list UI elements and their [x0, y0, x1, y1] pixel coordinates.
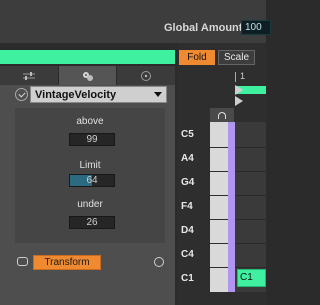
param-value-under[interactable]: 26 [69, 216, 115, 229]
start-marker-icon[interactable] [235, 96, 243, 106]
key-divider [210, 267, 228, 268]
grid-line [235, 195, 266, 196]
loop-start-marker-icon[interactable] [235, 85, 243, 95]
pitch-label-a4: A4 [181, 153, 194, 164]
pitch-label-c1: C1 [181, 273, 194, 284]
key-divider [210, 171, 228, 172]
key-divider [210, 243, 228, 244]
fold-button[interactable]: Fold [179, 50, 215, 65]
pitch-label-g4: G4 [181, 177, 195, 188]
time-ruler[interactable] [177, 72, 266, 84]
headphones-icon[interactable] [210, 108, 234, 122]
param-value-limit[interactable]: 64 [69, 174, 115, 187]
grid-line [235, 219, 266, 220]
pitch-label-d4: D4 [181, 225, 194, 236]
param-label-limit: Limit [79, 160, 101, 171]
key-divider [210, 195, 228, 196]
key-divider [210, 147, 228, 148]
transform-button[interactable]: Transform [33, 255, 101, 270]
pitch-label-c5: C5 [181, 129, 194, 140]
grid-line [235, 147, 266, 148]
midi-note[interactable]: C1 [237, 269, 266, 287]
loop-icon[interactable] [17, 257, 28, 266]
key-divider [210, 219, 228, 220]
pitch-label-f4: F4 [181, 201, 193, 212]
param-label-above: above [76, 116, 104, 127]
chevron-down-icon [154, 92, 162, 97]
tab-dice[interactable] [58, 66, 116, 85]
device-tabs [0, 66, 175, 85]
sliders-icon [23, 71, 35, 80]
params-panel: above 99 Limit 64 under 26 [15, 108, 165, 243]
scatter-icon [140, 70, 151, 81]
device-title-bar[interactable] [0, 50, 175, 64]
global-amount-label: Global Amount [164, 22, 243, 34]
grid-line [235, 267, 266, 268]
preset-name: VintageVelocity [35, 88, 117, 101]
tab-sliders[interactable] [0, 66, 58, 85]
dice-icon [82, 71, 93, 81]
param-label-under: under [77, 199, 103, 210]
scale-button[interactable]: Scale [218, 50, 255, 65]
preset-browse-icon[interactable] [15, 88, 28, 101]
velocity-lane [228, 122, 235, 292]
grid-line [235, 243, 266, 244]
tab-scatter[interactable] [116, 66, 174, 85]
ruler-tick [235, 72, 236, 82]
param-value-above[interactable]: 99 [69, 133, 115, 146]
pitch-label-c4: C4 [181, 249, 194, 260]
preset-dropdown[interactable]: VintageVelocity [30, 86, 167, 103]
reset-icon[interactable] [154, 257, 164, 267]
ruler-bar-number: 1 [240, 71, 246, 81]
grid-line [235, 171, 266, 172]
global-amount-field[interactable]: 100 [241, 20, 271, 35]
